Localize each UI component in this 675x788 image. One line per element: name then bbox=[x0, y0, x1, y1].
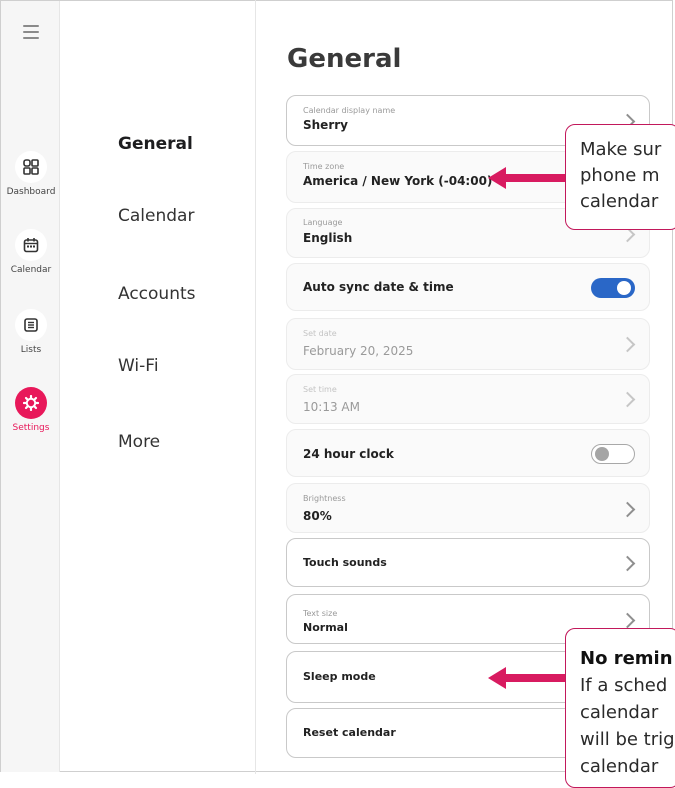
clock-24-row: 24 hour clock bbox=[286, 429, 650, 477]
dashboard-icon bbox=[15, 151, 47, 183]
set-date-row[interactable]: Set date February 20, 2025 bbox=[286, 318, 650, 370]
callout-line: calendar bbox=[580, 191, 659, 212]
rail-item-lists[interactable]: Lists bbox=[1, 309, 61, 355]
rail-label-lists: Lists bbox=[20, 345, 42, 355]
rail-item-settings[interactable]: Settings bbox=[1, 387, 61, 433]
category-more[interactable]: More bbox=[118, 432, 160, 452]
auto-sync-label: Auto sync date & time bbox=[303, 280, 454, 294]
time-zone-value: America / New York (-04:00) bbox=[303, 174, 493, 188]
set-time-value: 10:13 AM bbox=[303, 400, 360, 414]
text-size-value: Normal bbox=[303, 621, 348, 634]
chevron-right-icon bbox=[619, 501, 636, 518]
brightness-label: Brightness bbox=[303, 494, 346, 503]
touch-sounds-row[interactable]: Touch sounds bbox=[286, 538, 650, 587]
callout-line: calendar bbox=[580, 756, 659, 777]
category-calendar[interactable]: Calendar bbox=[118, 206, 194, 226]
rail-label-dashboard: Dashboard bbox=[6, 187, 56, 197]
touch-sounds-label: Touch sounds bbox=[303, 556, 387, 569]
time-zone-label: Time zone bbox=[303, 162, 345, 171]
category-accounts[interactable]: Accounts bbox=[118, 284, 196, 304]
list-icon bbox=[15, 309, 47, 341]
sleep-mode-label: Sleep mode bbox=[303, 670, 376, 683]
display-name-label: Calendar display name bbox=[303, 106, 396, 115]
rail-label-calendar: Calendar bbox=[10, 265, 52, 275]
timezone-callout: Make sur phone m calendar bbox=[565, 124, 675, 230]
callout-line: calendar bbox=[580, 702, 659, 723]
set-time-label: Set time bbox=[303, 385, 337, 394]
sleep-mode-callout: No remin If a sched calendar will be tri… bbox=[565, 628, 675, 788]
arrow-left-icon bbox=[488, 167, 566, 189]
page-title: General bbox=[287, 44, 402, 74]
brightness-row[interactable]: Brightness 80% bbox=[286, 483, 650, 533]
display-name-value: Sherry bbox=[303, 118, 348, 132]
chevron-right-icon bbox=[619, 555, 636, 572]
language-value: English bbox=[303, 231, 353, 245]
chevron-right-icon bbox=[619, 336, 636, 353]
clock-24-toggle[interactable] bbox=[591, 444, 635, 464]
menu-icon[interactable] bbox=[23, 25, 39, 39]
set-date-value: February 20, 2025 bbox=[303, 344, 414, 358]
auto-sync-row: Auto sync date & time bbox=[286, 263, 650, 311]
callout-line: Make sur bbox=[580, 139, 662, 160]
brightness-value: 80% bbox=[303, 509, 332, 523]
calendar-icon bbox=[15, 229, 47, 261]
set-time-row[interactable]: Set time 10:13 AM bbox=[286, 374, 650, 424]
language-label: Language bbox=[303, 218, 343, 227]
settings-category-nav: General Calendar Accounts Wi-Fi More bbox=[60, 0, 256, 774]
callout-line: phone m bbox=[580, 165, 660, 186]
gear-icon bbox=[15, 387, 47, 419]
rail-item-calendar[interactable]: Calendar bbox=[1, 229, 61, 275]
callout-line: If a sched bbox=[580, 675, 668, 696]
chevron-right-icon bbox=[619, 612, 636, 629]
callout-line: will be trig bbox=[580, 729, 675, 750]
reset-calendar-label: Reset calendar bbox=[303, 726, 396, 739]
category-wifi[interactable]: Wi-Fi bbox=[118, 356, 159, 376]
clock-24-label: 24 hour clock bbox=[303, 447, 394, 461]
rail-item-dashboard[interactable]: Dashboard bbox=[1, 151, 61, 197]
callout-title: No remin bbox=[580, 648, 673, 669]
text-size-label: Text size bbox=[303, 609, 338, 618]
chevron-right-icon bbox=[619, 391, 636, 408]
set-date-label: Set date bbox=[303, 329, 337, 338]
nav-rail: Dashboard Calendar Lists Settings bbox=[1, 1, 60, 772]
auto-sync-toggle[interactable] bbox=[591, 278, 635, 298]
rail-label-settings: Settings bbox=[12, 423, 50, 433]
arrow-left-icon bbox=[488, 667, 566, 689]
category-general[interactable]: General bbox=[118, 134, 193, 154]
